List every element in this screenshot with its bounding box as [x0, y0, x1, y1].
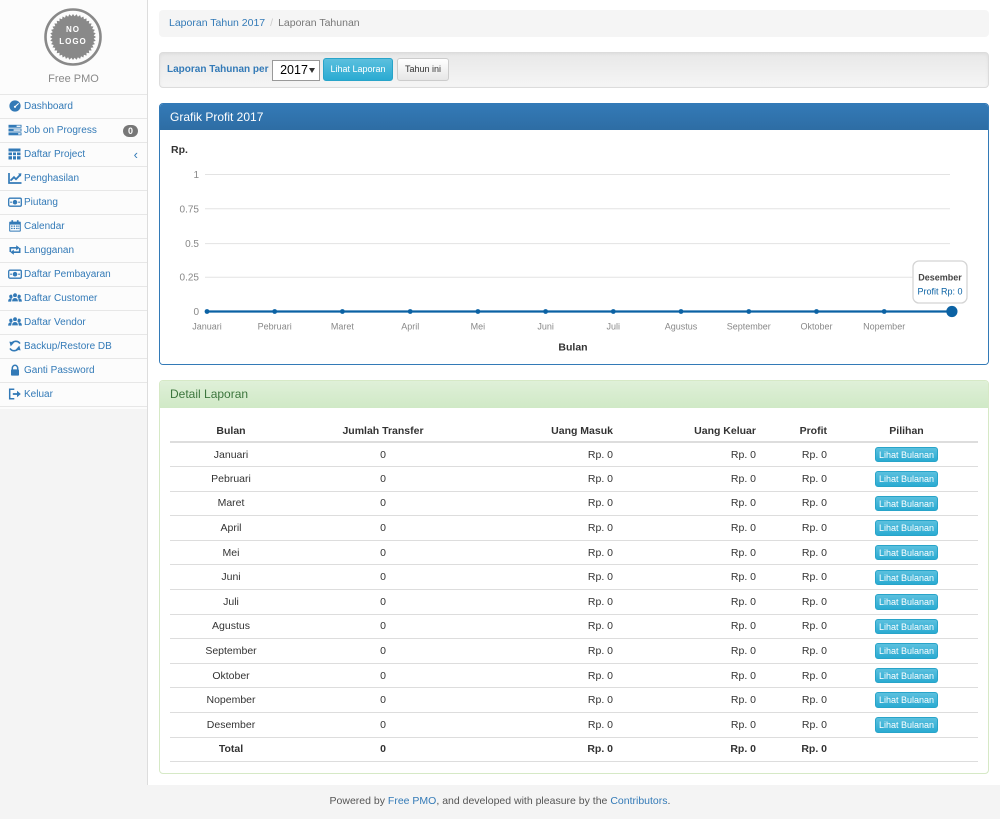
svg-text:Nopember: Nopember [863, 322, 905, 332]
svg-text:NO: NO [66, 25, 80, 34]
svg-text:Profit Rp: 0: Profit Rp: 0 [917, 287, 962, 297]
svg-text:Rp.: Rp. [171, 144, 188, 156]
svg-text:Maret: Maret [331, 322, 355, 332]
svg-text:Agustus: Agustus [665, 322, 698, 332]
svg-text:0: 0 [193, 307, 199, 318]
svg-text:September: September [727, 322, 771, 332]
svg-text:Desember: Desember [918, 273, 962, 283]
svg-text:0.5: 0.5 [185, 239, 199, 250]
svg-text:Mei: Mei [471, 322, 486, 332]
svg-text:Juli: Juli [607, 322, 621, 332]
svg-text:LOGO: LOGO [59, 37, 87, 46]
svg-text:0.25: 0.25 [180, 273, 200, 284]
svg-text:Bulan: Bulan [558, 342, 587, 354]
svg-text:1: 1 [193, 170, 199, 181]
svg-text:0.75: 0.75 [180, 204, 200, 215]
svg-text:April: April [401, 322, 419, 332]
svg-text:Pebruari: Pebruari [258, 322, 292, 332]
svg-text:Januari: Januari [192, 322, 222, 332]
svg-text:Oktober: Oktober [800, 322, 832, 332]
svg-text:Juni: Juni [537, 322, 554, 332]
